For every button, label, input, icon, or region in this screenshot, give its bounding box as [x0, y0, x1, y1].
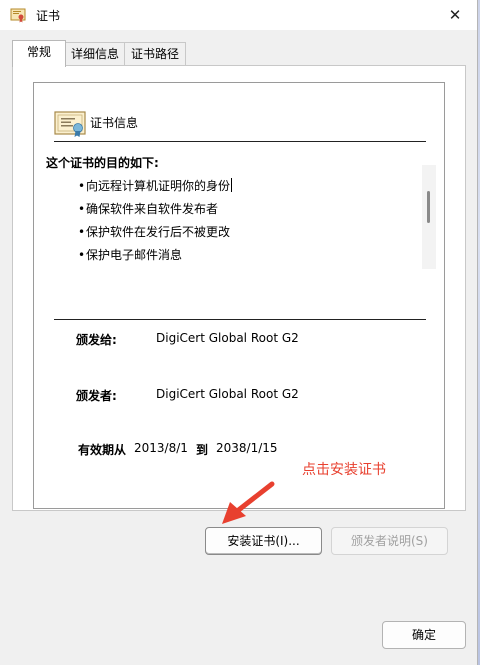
- list-item: •向远程计算机证明你的身份: [78, 175, 438, 198]
- bullet: •: [78, 202, 86, 216]
- purpose-title: 这个证书的目的如下:: [46, 156, 159, 170]
- bullet: •: [78, 179, 86, 193]
- tab-general[interactable]: 常规: [12, 40, 66, 67]
- list-item: •确保软件来自软件发布者: [78, 198, 438, 221]
- purpose-text: 保护电子邮件消息: [86, 248, 183, 262]
- window-title: 证书: [36, 9, 61, 23]
- purpose-text: 向远程计算机证明你的身份: [86, 179, 231, 193]
- tab-panel-general: 证书信息 这个证书的目的如下: •向远程计算机证明你的身份 •确保软件来自软件发…: [12, 65, 466, 511]
- certificate-dialog: 证书 ✕ 常规 详细信息 证书路径 证书信息 这个证书的目的如下: •向远程计算…: [0, 0, 478, 665]
- issued-to-value: DigiCert Global Root G2: [156, 331, 299, 345]
- divider: [54, 319, 426, 320]
- issuer-statement-button[interactable]: 颁发者说明(S): [331, 527, 448, 555]
- purpose-text: 保护软件在发行后不被更改: [86, 225, 231, 239]
- certificate-info-heading: 证书信息: [90, 116, 139, 130]
- purpose-list: •向远程计算机证明你的身份 •确保软件来自软件发布者 •保护软件在发行后不被更改…: [78, 175, 438, 267]
- tab-certification-path[interactable]: 证书路径: [124, 42, 186, 65]
- issued-by-label: 颁发者:: [76, 389, 117, 403]
- ok-button[interactable]: 确定: [382, 621, 466, 649]
- list-item: •保护软件在发行后不被更改: [78, 221, 438, 244]
- annotation-arrow-icon: [222, 481, 275, 524]
- list-item: •保护电子邮件消息: [78, 244, 438, 267]
- valid-to-value: 2038/1/15: [216, 441, 278, 455]
- certificate-icon: [10, 8, 26, 23]
- valid-from-value: 2013/8/1: [134, 441, 188, 455]
- certificate-info-box: 证书信息 这个证书的目的如下: •向远程计算机证明你的身份 •确保软件来自软件发…: [33, 82, 445, 509]
- close-button[interactable]: ✕: [435, 0, 475, 30]
- purpose-text: 确保软件来自软件发布者: [86, 202, 219, 216]
- valid-to-label: 到: [196, 443, 209, 457]
- annotation-label: 点击安装证书: [302, 462, 386, 478]
- divider: [54, 141, 426, 142]
- bullet: •: [78, 225, 86, 239]
- text-caret: [231, 178, 233, 192]
- close-icon: ✕: [448, 6, 462, 24]
- certificate-icon: [54, 111, 86, 137]
- title-bar: 证书 ✕: [0, 0, 477, 30]
- issued-to-label: 颁发给:: [76, 333, 117, 347]
- bullet: •: [78, 248, 86, 262]
- valid-from-label: 有效期从: [78, 443, 127, 457]
- purpose-scrollbar[interactable]: [422, 165, 436, 269]
- scrollbar-thumb[interactable]: [427, 191, 430, 223]
- tab-details[interactable]: 详细信息: [64, 42, 126, 65]
- issued-by-value: DigiCert Global Root G2: [156, 387, 299, 401]
- install-certificate-button[interactable]: 安装证书(I)...: [205, 527, 322, 555]
